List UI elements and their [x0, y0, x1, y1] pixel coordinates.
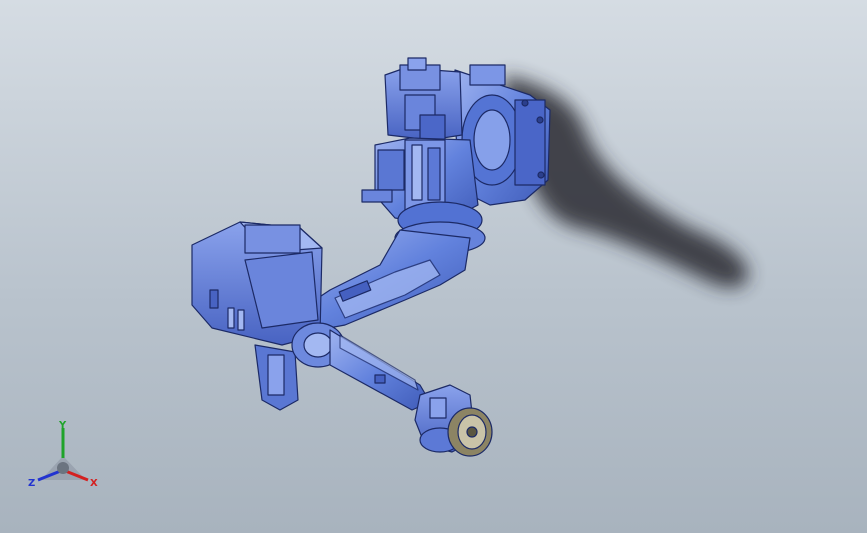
triad-y-label: Y [58, 420, 67, 431]
forearm[interactable] [291, 322, 431, 411]
upper-arm[interactable] [299, 229, 471, 331]
robot-arm-model[interactable] [191, 57, 551, 457]
tool-flange[interactable] [447, 407, 493, 457]
reference-triad[interactable]: Y X Z [26, 418, 106, 498]
triad-z-label: Z [28, 478, 35, 489]
elbow-motor-housing[interactable] [191, 221, 323, 411]
triad-x-label: X [90, 478, 98, 489]
base-motor-pack[interactable] [384, 57, 463, 141]
cad-model-scene[interactable] [0, 0, 867, 533]
triad-origin [57, 462, 69, 474]
graphics-viewport[interactable]: Y X Z [0, 0, 867, 533]
